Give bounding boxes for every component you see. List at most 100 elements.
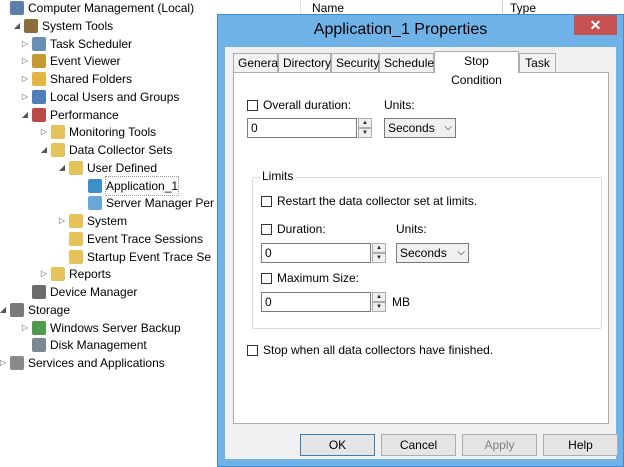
tree-item-label: Event Trace Sessions xyxy=(87,231,204,246)
restart-at-limits-checkbox[interactable] xyxy=(261,196,272,207)
tab-general[interactable]: General xyxy=(233,53,281,72)
apply-button[interactable]: Apply xyxy=(462,434,537,456)
folder-icon xyxy=(51,143,65,157)
expand-arrow-icon[interactable]: ▷ xyxy=(20,88,30,106)
tree-item-label: Task Scheduler xyxy=(50,36,133,51)
maximum-size-label: Maximum Size: xyxy=(277,271,360,285)
expand-arrow-icon[interactable]: ▷ xyxy=(20,70,30,88)
ok-button[interactable]: OK xyxy=(300,434,375,456)
expand-arrow-icon[interactable]: ▷ xyxy=(39,265,49,283)
tree-item-label: Application_1 xyxy=(104,175,180,196)
spin-up-icon[interactable]: ▲ xyxy=(372,243,386,253)
duration-input[interactable]: 0 xyxy=(261,243,371,263)
overall-units-value: Seconds xyxy=(388,121,435,135)
spin-down-icon[interactable]: ▼ xyxy=(372,302,386,312)
folder-icon xyxy=(51,125,65,140)
expand-arrow-icon[interactable]: ▷ xyxy=(39,123,49,141)
tree-item-label: Shared Folders xyxy=(50,72,133,86)
tab-security[interactable]: Security xyxy=(331,53,379,72)
stop-when-all-finished-checkbox[interactable] xyxy=(247,345,258,356)
expand-arrow-icon[interactable]: ▷ xyxy=(20,35,30,53)
tree-item-label: Local Users and Groups xyxy=(50,89,180,104)
expand-arrow-icon[interactable]: ▷ xyxy=(0,354,8,372)
collector-set-icon xyxy=(88,196,102,211)
tree-item-label: System Tools xyxy=(42,18,114,33)
chevron-down-icon: ⌵ xyxy=(457,247,465,258)
tree-item-label: Windows Server Backup xyxy=(50,320,181,335)
dialog-title-bar[interactable]: Application_1 Properties ✕ xyxy=(218,15,623,47)
maximum-size-input[interactable]: 0 xyxy=(261,292,371,312)
chevron-down-icon: ⌵ xyxy=(444,122,452,133)
spin-up-icon[interactable]: ▲ xyxy=(358,118,372,128)
overall-duration-checkbox[interactable] xyxy=(247,100,258,111)
duration-label: Duration: xyxy=(277,222,326,236)
collapse-arrow-icon[interactable]: ◢ xyxy=(57,159,67,177)
services-icon xyxy=(10,356,24,370)
close-button[interactable]: ✕ xyxy=(574,15,617,35)
device-manager-icon xyxy=(32,285,46,299)
cancel-button[interactable]: Cancel xyxy=(381,434,456,456)
tab-directory[interactable]: Directory xyxy=(278,53,331,72)
duration-units-value: Seconds xyxy=(400,246,447,260)
tree-item-label: Reports xyxy=(69,267,112,282)
stop-condition-panel: Overall duration: 0 ▲ ▼ Units: Seconds ⌵… xyxy=(233,72,609,424)
duration-spinner[interactable]: ▲ ▼ xyxy=(372,243,386,263)
event-viewer-icon xyxy=(32,54,46,69)
duration-checkbox[interactable] xyxy=(261,224,272,235)
overall-duration-spinner[interactable]: ▲ ▼ xyxy=(358,118,372,138)
tree-item-label: Event Viewer xyxy=(50,54,121,69)
help-button[interactable]: Help xyxy=(543,434,618,456)
tab-stop-condition[interactable]: Stop Condition xyxy=(434,51,519,87)
restart-at-limits-label: Restart the data collector set at limits… xyxy=(277,194,478,208)
tree-item-label: Data Collector Sets xyxy=(69,143,173,157)
tree-item-label: Server Manager Per xyxy=(106,196,215,211)
overall-units-select[interactable]: Seconds ⌵ xyxy=(384,118,456,138)
users-icon xyxy=(32,89,46,104)
collapse-arrow-icon[interactable]: ◢ xyxy=(0,301,8,319)
expand-arrow-icon[interactable]: ▷ xyxy=(20,319,30,337)
tab-task[interactable]: Task xyxy=(519,53,556,72)
overall-duration-label: Overall duration: xyxy=(263,98,352,112)
maximum-size-spinner[interactable]: ▲ ▼ xyxy=(372,292,386,312)
dialog-title: Application_1 Properties xyxy=(313,21,488,38)
collapse-arrow-icon[interactable]: ◢ xyxy=(39,141,49,159)
tab-schedule[interactable]: Schedule xyxy=(379,53,434,72)
tree-item-label: Storage xyxy=(28,302,71,317)
tree-item-label: Disk Management xyxy=(50,338,147,353)
tree-item-label: Computer Management (Local) xyxy=(28,1,195,15)
storage-icon xyxy=(10,302,24,317)
tree-item-label: User Defined xyxy=(87,160,158,175)
trace-icon xyxy=(69,231,83,246)
overall-units-label: Units: xyxy=(384,98,415,112)
spin-down-icon[interactable]: ▼ xyxy=(372,253,386,263)
close-icon: ✕ xyxy=(589,17,602,33)
folder-icon xyxy=(51,267,65,282)
stop-when-all-finished-label: Stop when all data collectors have finis… xyxy=(263,343,494,357)
duration-units-select[interactable]: Seconds ⌵ xyxy=(396,243,469,263)
tree-item-label: Performance xyxy=(50,107,119,122)
expand-arrow-icon[interactable]: ▷ xyxy=(20,52,30,70)
spin-up-icon[interactable]: ▲ xyxy=(372,292,386,302)
tree-item-label: Monitoring Tools xyxy=(69,125,157,140)
computer-icon xyxy=(10,1,24,15)
tools-icon xyxy=(24,18,38,33)
maximum-size-checkbox[interactable] xyxy=(261,273,272,284)
limits-group-label: Limits xyxy=(260,169,296,183)
collapse-arrow-icon[interactable]: ◢ xyxy=(20,106,30,124)
collapse-arrow-icon[interactable]: ◢ xyxy=(12,17,22,35)
overall-duration-input[interactable]: 0 xyxy=(247,118,357,138)
maximum-size-unit: MB xyxy=(392,295,410,309)
duration-units-label: Units: xyxy=(396,222,427,236)
system-folder-icon xyxy=(69,214,83,228)
collector-set-running-icon xyxy=(88,178,102,193)
trace-icon xyxy=(69,249,83,264)
user-folder-icon xyxy=(69,160,83,175)
expand-arrow-icon[interactable]: ▷ xyxy=(57,212,67,230)
backup-icon xyxy=(32,320,46,335)
spin-down-icon[interactable]: ▼ xyxy=(358,128,372,138)
